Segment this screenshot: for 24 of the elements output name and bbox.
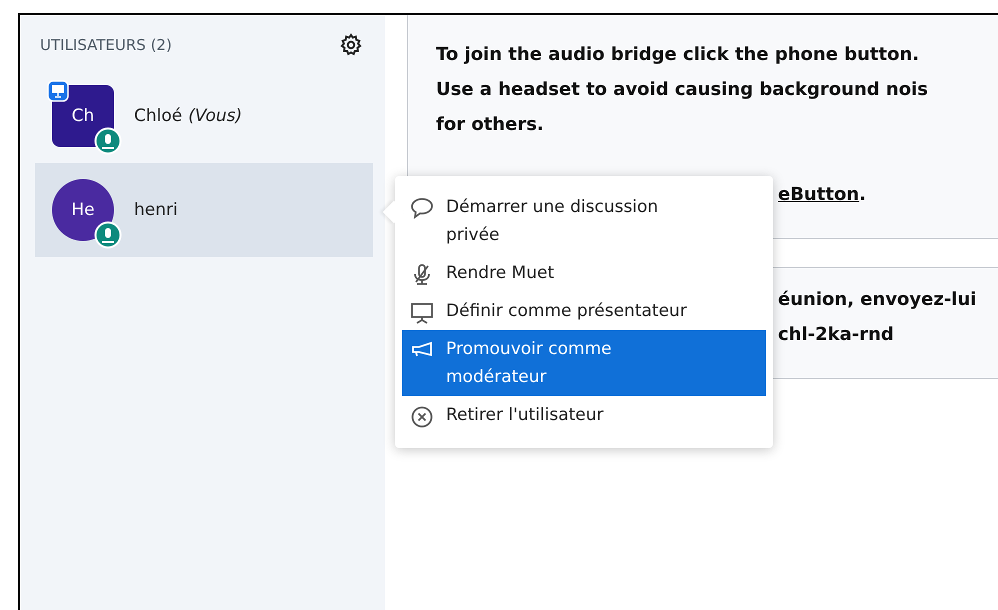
menu-item[interactable]: Démarrer une discussion privée bbox=[402, 188, 766, 254]
message-text: Use a headset to avoid causing background nois bbox=[436, 78, 928, 102]
menu-item[interactable]: Promouvoir comme modérateur bbox=[402, 330, 766, 396]
menu-item[interactable]: Rendre Muet bbox=[402, 254, 766, 292]
message-text: . bbox=[859, 183, 866, 207]
voice-badge-icon bbox=[94, 127, 122, 155]
menu-item[interactable]: Retirer l'utilisateur bbox=[402, 396, 766, 434]
message-text: for others. bbox=[436, 113, 544, 137]
user-name: Chloé bbox=[134, 106, 182, 126]
user-name: henri bbox=[134, 200, 178, 220]
user-list-item[interactable]: He henri bbox=[35, 163, 373, 257]
settings-icon[interactable] bbox=[339, 33, 363, 57]
close-circle-icon bbox=[410, 405, 434, 429]
presentation-board-icon bbox=[410, 301, 434, 325]
you-label: (Vous) bbox=[188, 106, 242, 126]
message-text: To join the audio bridge click the phone button. bbox=[436, 43, 920, 67]
voice-badge-icon bbox=[94, 221, 122, 249]
users-heading: UTILISATEURS (2) bbox=[40, 36, 172, 54]
user-list-item[interactable]: Ch Chloé (Vous) bbox=[35, 69, 373, 163]
message-link[interactable]: eButton bbox=[778, 177, 860, 212]
message-text: chl-2ka-rnd bbox=[778, 323, 894, 347]
message-text: éunion, envoyez-lui bbox=[778, 288, 976, 312]
speech-bubble-icon bbox=[410, 197, 434, 219]
menu-item[interactable]: Définir comme présentateur bbox=[402, 292, 766, 330]
